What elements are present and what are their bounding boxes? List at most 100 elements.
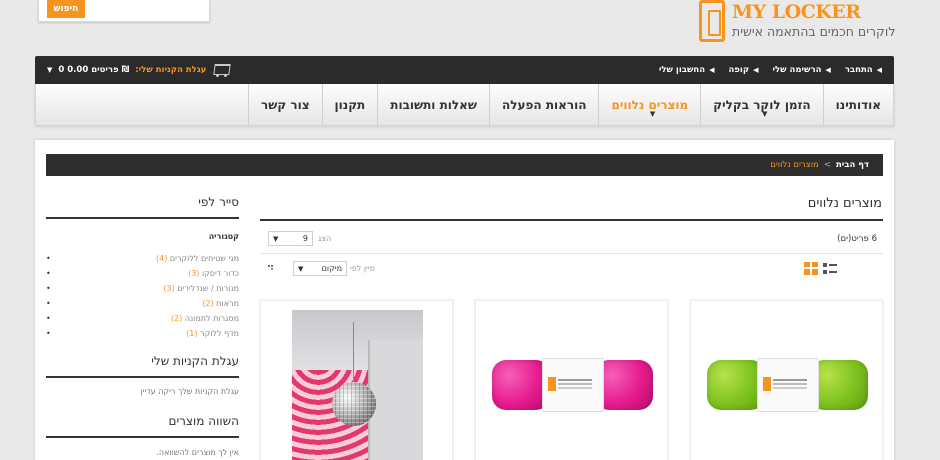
category-name: מנורות / שנדלירים [177, 284, 239, 293]
compare-block-title: השווה מוצרים [46, 414, 239, 438]
top-link-label: הרשימה שלי [772, 65, 822, 75]
product-card[interactable] [475, 300, 668, 460]
category-name: מגי שטיחים ללוקרים [169, 254, 239, 263]
nav-item-accessories[interactable]: מוצרים נלווים ▼ [598, 84, 700, 125]
chevron-down-icon: ▼ [273, 234, 279, 243]
bullet-icon: • [46, 269, 51, 278]
category-count: (3) [188, 269, 200, 278]
category-count: (2) [170, 314, 183, 323]
list-item[interactable]: מראות (2) • [46, 296, 239, 311]
title-divider [260, 219, 883, 221]
chevron-down-icon: ▼ [47, 66, 53, 74]
search-button[interactable]: חיפוש [47, 0, 85, 18]
category-name: כדור דיסקו [201, 269, 239, 278]
bullet-icon: • [46, 329, 51, 338]
compare-empty-message: אין לך מוצרים להשוואה. [156, 448, 239, 457]
sort-toolbar: מיין לפי ▼ מיקום [260, 258, 883, 282]
list-item[interactable]: מנורות / שנדלירים (3) • [46, 281, 239, 296]
nav-item-contact[interactable]: צור קשר [248, 84, 322, 125]
bullet-icon: • [46, 299, 51, 308]
sort-direction-icon[interactable] [268, 265, 273, 270]
logo[interactable]: MY LOCKER לוקרים חכמים בהתאמה אישית [696, 0, 906, 44]
item-count: 6 פריט(ים) [837, 234, 877, 244]
select-value: מיקום [321, 264, 342, 273]
select-value: 9 [302, 234, 308, 243]
top-link-label: החשבון שלי [658, 65, 706, 75]
product-card[interactable] [260, 300, 453, 460]
category-name: מראות [216, 299, 239, 308]
list-item[interactable]: כדור דיסקו (3) • [46, 266, 239, 281]
list-view-icon[interactable] [823, 262, 837, 275]
locker-logo-icon [699, 0, 725, 42]
bullet-icon: • [46, 314, 51, 323]
nav-item-label: תקנון [334, 97, 366, 112]
sort-select[interactable]: ▼ מיקום [293, 261, 347, 276]
shopping-cart-icon [212, 63, 232, 77]
product-card[interactable] [690, 300, 883, 460]
breadcrumb-current: מוצרים נלווים [770, 160, 819, 170]
nav-item-instructions[interactable]: הוראות הפעלה [489, 84, 598, 125]
category-name: מדף ללוקר [200, 329, 239, 338]
search-box: חיפוש [38, 0, 210, 22]
cart-empty-message: עגלת הקניות שלך ריקה עדיין [140, 387, 239, 396]
caret-left-icon: ◀ [876, 66, 882, 74]
pager-toolbar: 6 פריט(ים) הצג ▼ 9 [260, 230, 883, 254]
mop-rug-image [492, 356, 653, 414]
top-link-my-account[interactable]: ◀ החשבון שלי [659, 65, 715, 75]
nav-item-order-locker[interactable]: הזמן לוקר בקליק ▼ [700, 84, 822, 125]
cart-label: עגלת הקניות שלי: [135, 65, 207, 75]
nav-item-label: הוראות הפעלה [502, 97, 587, 112]
breadcrumb-separator: > [823, 160, 831, 170]
top-link-label: קופה [728, 65, 750, 75]
top-link-login[interactable]: ◀ התחבר [845, 65, 882, 75]
product-image[interactable] [691, 301, 882, 460]
chevron-down-icon: ▼ [649, 110, 656, 118]
cart-summary[interactable]: ▼ 0 פריטים 0.00 ₪ עגלת הקניות שלי: [47, 56, 232, 84]
sort-label: מיין לפי [350, 264, 376, 273]
product-image[interactable] [476, 301, 667, 460]
list-item[interactable]: מסגרות לתמונה (2) • [46, 311, 239, 326]
category-count: (2) [202, 299, 214, 308]
logo-name: MY LOCKER [732, 1, 861, 23]
nav-item-label: אודותינו [835, 97, 881, 112]
cart-block-title: עגלת הקניות שלי [46, 354, 239, 378]
list-item[interactable]: מדף ללוקר (1) • [46, 326, 239, 341]
top-link-checkout[interactable]: ◀ קופה [728, 65, 758, 75]
nav-item-label: צור קשר [261, 97, 310, 112]
breadcrumb-home[interactable]: דף הבית [836, 160, 869, 170]
show-per-page-select[interactable]: ▼ 9 [268, 231, 313, 246]
grid-view-icon[interactable] [804, 262, 818, 275]
disco-ball-icon [332, 382, 376, 426]
main-nav: אודותינו הזמן לוקר בקליק ▼ מוצרים נלווים ▼… [35, 84, 894, 126]
page-title: מוצרים נלווים [807, 196, 882, 211]
account-links: ◀ החשבון שלי ◀ קופה ◀ הרשימה שלי ◀ התחבר [659, 56, 882, 84]
chevron-down-icon: ▼ [298, 264, 304, 273]
category-list: מגי שטיחים ללוקרים (4) • כדור דיסקו (3) • … [46, 251, 239, 341]
nav-item-terms[interactable]: תקנון [321, 84, 378, 125]
category-count: (4) [155, 254, 168, 263]
list-item[interactable]: מגי שטיחים ללוקרים (4) • [46, 251, 239, 266]
nav-item-about[interactable]: אודותינו [822, 84, 893, 125]
filter-title: סייר לפי [46, 195, 239, 219]
cart-count: 0 פריטים 0.00 ₪ [58, 65, 130, 75]
caret-left-icon: ◀ [825, 66, 831, 74]
category-count: (3) [163, 284, 175, 293]
mop-rug-image [707, 356, 868, 414]
bullet-icon: • [46, 284, 51, 293]
caret-left-icon: ◀ [709, 66, 715, 74]
top-bar: ◀ החשבון שלי ◀ קופה ◀ הרשימה שלי ◀ התחבר ▼ 0… [35, 56, 894, 84]
disco-ball-photo[interactable] [292, 310, 423, 460]
show-label: הצג [318, 234, 332, 243]
nav-item-faq[interactable]: שאלות ותשובות [377, 84, 489, 125]
breadcrumb: דף הבית > מוצרים נלווים [46, 154, 883, 176]
nav-item-label: שאלות ותשובות [390, 97, 478, 112]
top-link-label: התחבר [844, 65, 873, 75]
top-link-wishlist[interactable]: ◀ הרשימה שלי [772, 65, 830, 75]
logo-tagline: לוקרים חכמים בהתאמה אישית [732, 24, 896, 39]
chevron-down-icon: ▼ [761, 110, 768, 118]
category-heading: קטגוריה [208, 232, 239, 241]
caret-left-icon: ◀ [753, 66, 759, 74]
content-panel: דף הבית > מוצרים נלווים מוצרים נלווים סי… [35, 140, 894, 460]
bullet-icon: • [46, 254, 51, 263]
category-count: (1) [186, 329, 198, 338]
